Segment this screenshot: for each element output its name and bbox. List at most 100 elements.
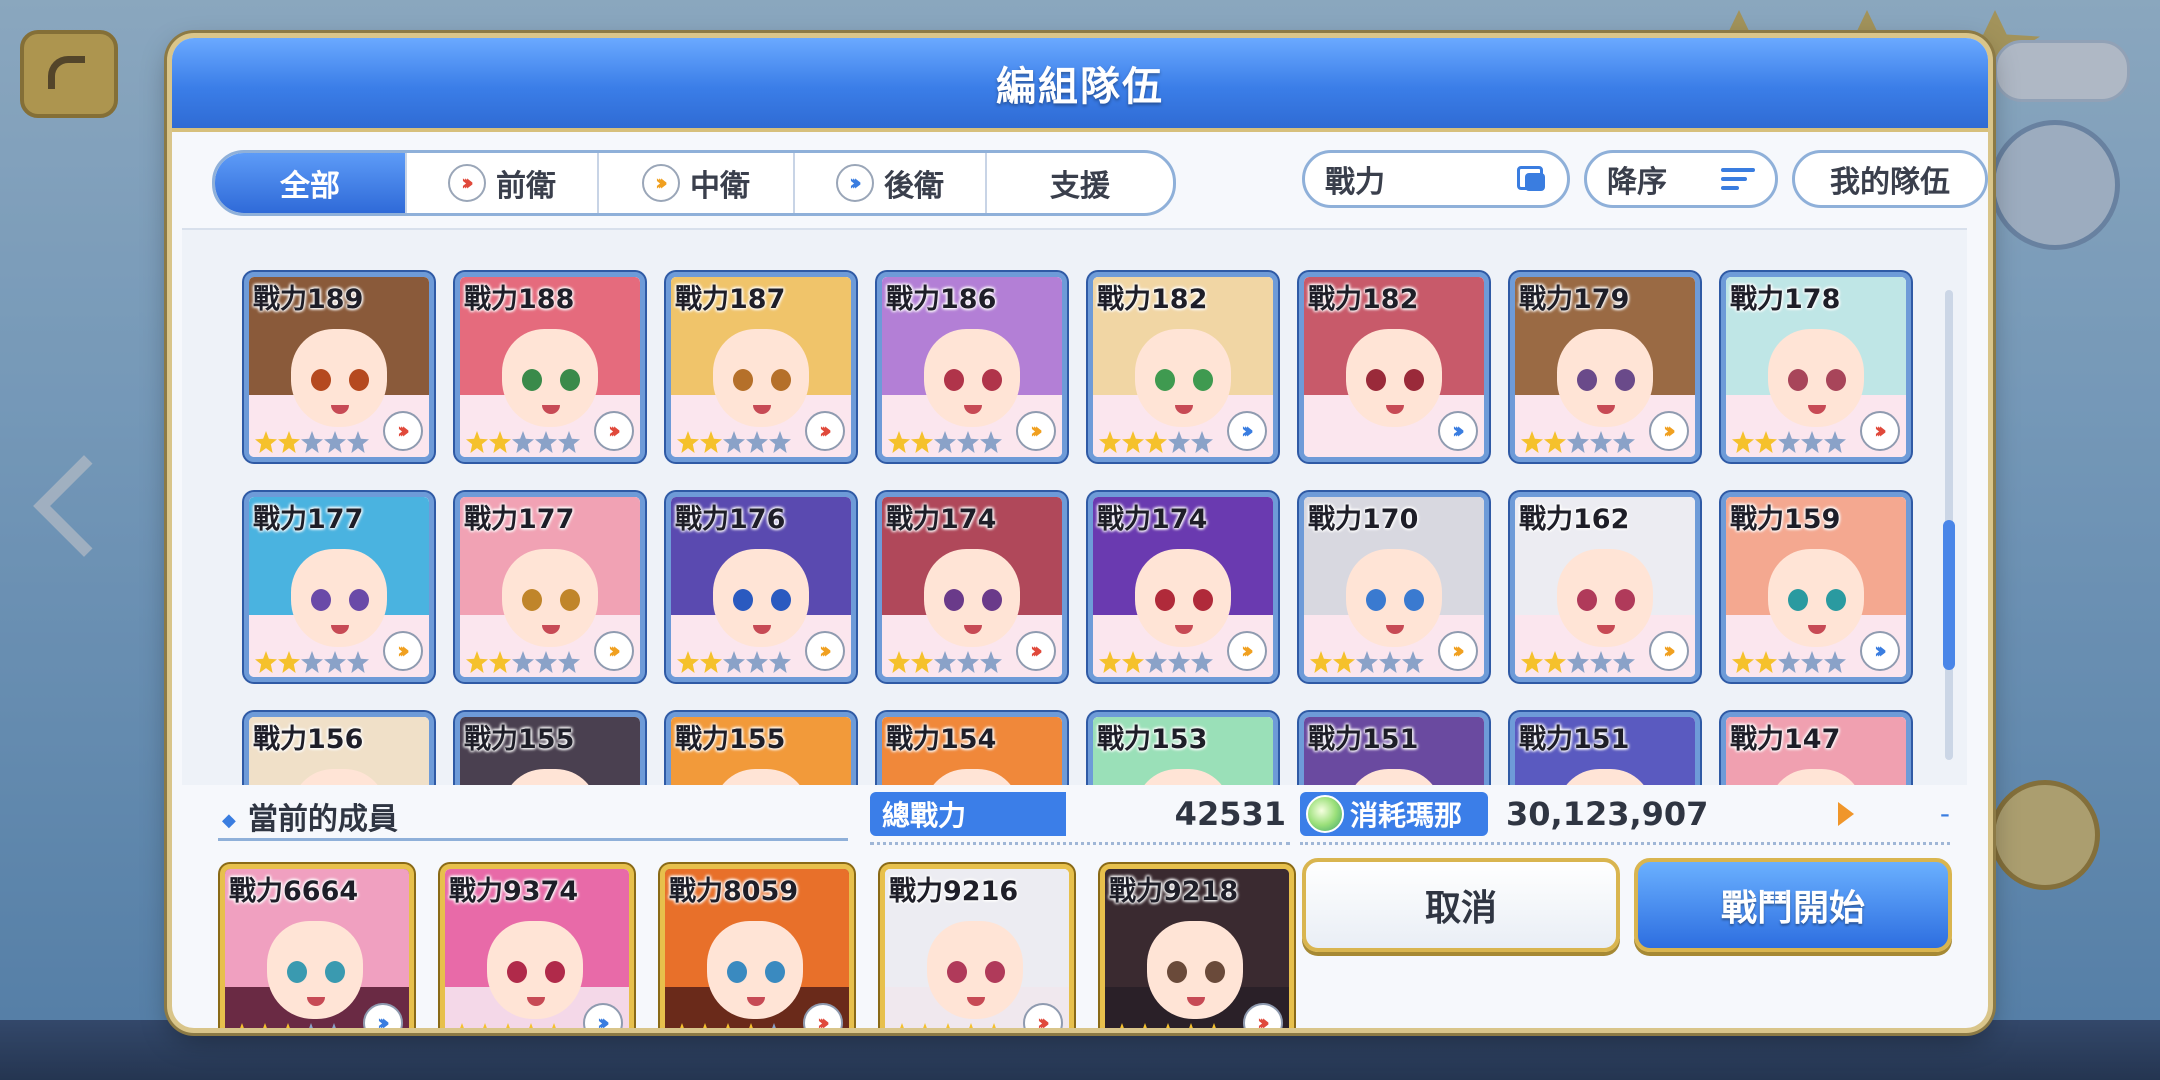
star-icon xyxy=(535,651,557,673)
portrait-eye xyxy=(771,369,791,391)
portrait-eye xyxy=(1577,589,1597,611)
character-card[interactable]: 戰力176 ››› xyxy=(666,492,856,682)
character-card[interactable]: 戰力177 ››› xyxy=(244,492,434,682)
character-card[interactable]: 戰力186 ››› xyxy=(877,272,1067,462)
star-icon xyxy=(1521,431,1543,453)
team-member-card[interactable]: 戰力9216 ››› xyxy=(880,864,1074,1028)
star-icon xyxy=(301,651,323,673)
sort-key-button[interactable]: 戰力 xyxy=(1302,150,1570,208)
power-label: 戰力177 xyxy=(253,504,364,535)
mid-role-icon: ››› xyxy=(1227,631,1267,671)
roster-scrollbar[interactable] xyxy=(1943,290,1955,760)
mid-role-icon: ››› xyxy=(1649,631,1689,671)
tab-all[interactable]: 全部 xyxy=(215,153,407,213)
character-card[interactable]: 戰力159 ››› xyxy=(1721,492,1911,682)
character-card[interactable]: 戰力187 ››› xyxy=(666,272,856,462)
front-role-icon: ››› xyxy=(805,411,845,451)
star-icon xyxy=(1333,651,1355,673)
team-member-card[interactable]: 戰力6664 ››› xyxy=(220,864,414,1028)
mid-role-icon: ››› xyxy=(1649,411,1689,451)
star-icon xyxy=(746,431,768,453)
star-icon xyxy=(1590,431,1612,453)
front-role-icon: ››› xyxy=(383,411,423,451)
battle-start-button[interactable]: 戰鬥開始 xyxy=(1634,858,1952,952)
star-icon xyxy=(888,651,910,673)
tab-mid[interactable]: ››› 中衛 xyxy=(599,153,795,213)
character-card[interactable]: 戰力153 xyxy=(1088,712,1278,785)
star-icon xyxy=(1590,651,1612,673)
character-card[interactable]: 戰力147 xyxy=(1721,712,1911,785)
star-icon xyxy=(671,1023,693,1028)
star-icon xyxy=(1778,431,1800,453)
team-formation-dialog: 編組隊伍 全部 ››› 前衛 ››› 中衛 ››› 後衛 支援 戰力 降序 我的… xyxy=(172,38,1988,1028)
character-card[interactable]: 戰力155 xyxy=(455,712,645,785)
team-member-card[interactable]: 戰力9218 ››› xyxy=(1100,864,1294,1028)
portrait-eye xyxy=(349,369,369,391)
character-card[interactable]: 戰力151 xyxy=(1299,712,1489,785)
star-icon xyxy=(558,431,580,453)
character-card[interactable]: 戰力179 ››› xyxy=(1510,272,1700,462)
character-card[interactable]: 戰力178 ››› xyxy=(1721,272,1911,462)
tab-front[interactable]: ››› 前衛 xyxy=(407,153,599,213)
portrait-eye xyxy=(727,961,747,983)
mana-arrow-icon[interactable] xyxy=(1838,802,1854,826)
star-icon xyxy=(1122,651,1144,673)
portrait-eye xyxy=(1826,589,1846,611)
star-icon xyxy=(1801,431,1823,453)
my-team-button[interactable]: 我的隊伍 xyxy=(1792,150,1988,208)
power-label: 戰力174 xyxy=(886,504,997,535)
mid-role-icon: ››› xyxy=(642,164,680,202)
sort-key-label: 戰力 xyxy=(1325,165,1385,200)
my-team-label: 我的隊伍 xyxy=(1830,165,1950,200)
star-icon xyxy=(1168,431,1190,453)
character-card[interactable]: 戰力177 ››› xyxy=(455,492,645,682)
cancel-button[interactable]: 取消 xyxy=(1302,858,1620,952)
front-role-icon: ››› xyxy=(448,164,486,202)
star-icon xyxy=(694,1023,716,1028)
tab-back[interactable]: ››› 後衛 xyxy=(795,153,987,213)
star-icon xyxy=(740,1023,762,1028)
character-card[interactable]: 戰力182 ››› xyxy=(1088,272,1278,462)
character-card[interactable]: 戰力151 xyxy=(1510,712,1700,785)
character-card[interactable]: 戰力156 xyxy=(244,712,434,785)
character-card[interactable]: 戰力162 ››› xyxy=(1510,492,1700,682)
star-icon xyxy=(1613,651,1635,673)
power-label: 戰力162 xyxy=(1519,504,1630,535)
portrait-eye xyxy=(1788,369,1808,391)
star-icon xyxy=(1122,431,1144,453)
character-card[interactable]: 戰力189 ››› xyxy=(244,272,434,462)
back-role-icon: ››› xyxy=(836,164,874,202)
portrait-eye xyxy=(522,589,542,611)
power-label: 戰力177 xyxy=(464,504,575,535)
tab-support[interactable]: 支援 xyxy=(987,153,1173,213)
sort-order-button[interactable]: 降序 xyxy=(1584,150,1778,208)
tab-label: 全部 xyxy=(280,169,340,204)
character-card[interactable]: 戰力188 ››› xyxy=(455,272,645,462)
star-rating xyxy=(1521,651,1635,673)
scroll-thumb[interactable] xyxy=(1943,520,1955,670)
star-icon xyxy=(1778,651,1800,673)
star-icon xyxy=(1824,651,1846,673)
star-icon xyxy=(278,431,300,453)
star-icon xyxy=(891,1023,913,1028)
team-member-card[interactable]: 戰力9374 ››› xyxy=(440,864,634,1028)
team-member-card[interactable]: 戰力8059 ››› xyxy=(660,864,854,1028)
character-card[interactable]: 戰力182 ››› xyxy=(1299,272,1489,462)
star-icon xyxy=(277,1023,299,1028)
star-rating xyxy=(255,651,369,673)
character-card[interactable]: 戰力174 ››› xyxy=(877,492,1067,682)
star-icon xyxy=(1521,651,1543,673)
mid-role-icon: ››› xyxy=(594,631,634,671)
character-card[interactable]: 戰力170 ››› xyxy=(1299,492,1489,682)
power-label: 戰力178 xyxy=(1730,284,1841,315)
star-icon xyxy=(474,1023,496,1028)
star-icon xyxy=(300,1023,322,1028)
portrait-eye xyxy=(1193,369,1213,391)
character-card[interactable]: 戰力155 xyxy=(666,712,856,785)
star-icon xyxy=(1755,651,1777,673)
star-icon xyxy=(520,1023,542,1028)
character-card[interactable]: 戰力154 xyxy=(877,712,1067,785)
star-icon xyxy=(231,1023,253,1028)
character-card[interactable]: 戰力174 ››› xyxy=(1088,492,1278,682)
star-icon xyxy=(937,1023,959,1028)
